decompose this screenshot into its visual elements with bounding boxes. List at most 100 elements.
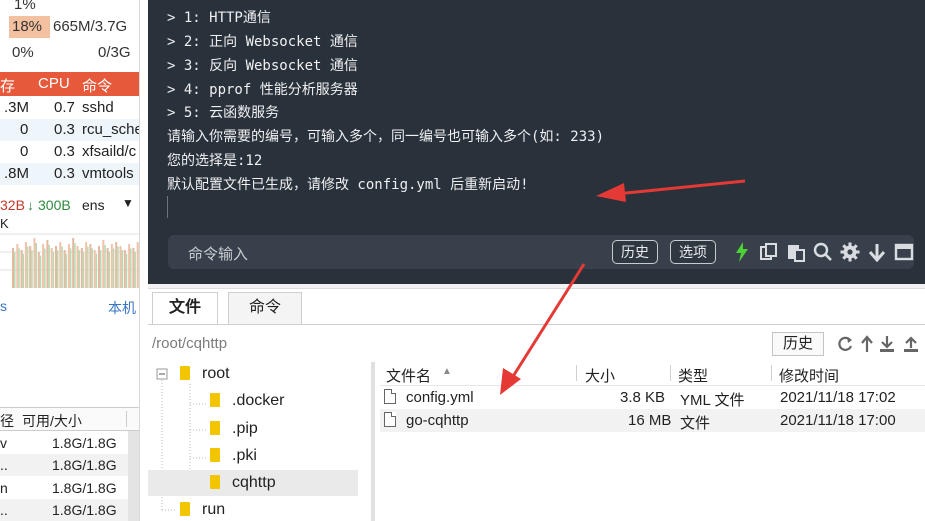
network-download: 300B bbox=[38, 197, 71, 213]
traffic-bar bbox=[22, 253, 25, 288]
tree-node-pip[interactable]: .pip bbox=[210, 416, 258, 442]
column-type[interactable]: 类型 bbox=[678, 365, 708, 386]
process-cpu: 0.3 bbox=[54, 165, 75, 182]
copy-icon[interactable] bbox=[758, 240, 780, 264]
disk-row[interactable]: v 1.8G/1.8G bbox=[0, 432, 128, 454]
lightning-icon[interactable] bbox=[731, 240, 753, 264]
local-machine-link[interactable]: 本机 bbox=[108, 298, 136, 318]
process-row[interactable]: .3M 0.7 sshd bbox=[0, 97, 139, 119]
tree-node-root[interactable]: root bbox=[180, 361, 230, 387]
search-icon[interactable] bbox=[812, 240, 834, 264]
traffic-bar bbox=[31, 250, 33, 288]
tab-files[interactable]: 文件 bbox=[152, 292, 218, 325]
traffic-bar bbox=[44, 248, 46, 288]
file-row[interactable]: config.yml 3.8 KB YML 文件 2021/11/18 17:0… bbox=[380, 386, 925, 409]
header-command[interactable]: 命令 bbox=[82, 75, 112, 96]
disk-row[interactable]: .. 1.8G/1.8G bbox=[0, 454, 128, 476]
disk-row[interactable]: n 1.8G/1.8G bbox=[0, 477, 128, 499]
traffic-bar bbox=[18, 248, 20, 288]
process-cmd: xfsaild/c bbox=[82, 143, 137, 160]
disk-path: .. bbox=[0, 502, 8, 518]
column-name[interactable]: 文件名 bbox=[386, 365, 431, 386]
traffic-bar bbox=[78, 250, 80, 288]
traffic-bar bbox=[26, 246, 29, 288]
process-cpu: 0.7 bbox=[54, 99, 75, 116]
column-modified[interactable]: 修改时间 bbox=[779, 365, 839, 386]
network-upload: 32B bbox=[0, 197, 25, 213]
file-modified: 2021/11/18 17:00 bbox=[780, 412, 896, 429]
file-size: 3.8 KB bbox=[620, 389, 666, 406]
traffic-bar bbox=[29, 246, 32, 288]
process-row[interactable]: .8M 0.3 vmtools bbox=[0, 163, 139, 185]
go-up-icon[interactable] bbox=[858, 332, 876, 356]
tab-commands[interactable]: 命令 bbox=[228, 292, 302, 324]
upload-icon[interactable] bbox=[902, 332, 920, 356]
memory-row-partial: 1% bbox=[0, 0, 139, 16]
disk-size: 1.8G/1.8G bbox=[52, 457, 117, 473]
maximize-icon[interactable] bbox=[893, 240, 915, 264]
tree-node-label: root bbox=[202, 365, 230, 382]
paste-icon[interactable] bbox=[785, 240, 807, 264]
traffic-bar bbox=[136, 242, 139, 288]
terminal[interactable]: > 1: HTTP通信 > 2: 正向 Websocket 通信 > 3: 反向… bbox=[148, 0, 925, 284]
file-type: YML 文件 bbox=[680, 392, 745, 409]
traffic-bar bbox=[123, 250, 126, 288]
process-mem: 0 bbox=[20, 143, 29, 160]
file-row[interactable]: go-cqhttp 16 MB 文件 2021/11/18 17:00 bbox=[380, 409, 925, 432]
tree-node-run[interactable]: run bbox=[180, 497, 225, 521]
path-history-button[interactable]: 历史 bbox=[772, 332, 824, 356]
header-available-size[interactable]: 可用/大小 bbox=[22, 411, 82, 431]
swap-percent: 0% bbox=[12, 44, 34, 61]
command-input-bar[interactable]: 命令输入 历史 选项 bbox=[168, 235, 914, 269]
disk-row[interactable]: .. 1.8G/1.8G bbox=[0, 499, 128, 521]
folder-icon bbox=[210, 393, 220, 407]
file-manager: 文件 命令 /root/cqhttp 历史 root .docker .pip … bbox=[148, 284, 925, 521]
path-input[interactable]: /root/cqhttp bbox=[152, 332, 770, 356]
traffic-bar bbox=[65, 253, 68, 288]
disk-scrollbar[interactable] bbox=[128, 431, 139, 521]
traffic-bar bbox=[12, 248, 14, 288]
left-link-s[interactable]: s bbox=[0, 298, 7, 314]
header-cpu[interactable]: CPU bbox=[38, 75, 70, 92]
traffic-bar bbox=[52, 252, 55, 288]
traffic-bar bbox=[110, 244, 113, 288]
tree-node-label: cqhttp bbox=[232, 474, 276, 491]
header-memory[interactable]: 存 bbox=[0, 75, 15, 96]
tree-node-docker[interactable]: .docker bbox=[210, 388, 284, 414]
file-type: 文件 bbox=[680, 415, 711, 432]
disk-path: .. bbox=[0, 457, 8, 473]
tree-node-pki[interactable]: .pki bbox=[210, 443, 257, 469]
process-row[interactable]: 0 0.3 rcu_sche bbox=[0, 119, 140, 141]
column-separator[interactable] bbox=[771, 365, 772, 381]
header-path[interactable]: 径 bbox=[0, 411, 14, 431]
traffic-bar bbox=[121, 250, 123, 288]
refresh-icon[interactable] bbox=[836, 332, 854, 356]
disk-size: 1.8G/1.8G bbox=[52, 480, 117, 496]
traffic-bar bbox=[42, 244, 45, 288]
tree-node-cqhttp[interactable]: cqhttp bbox=[148, 470, 358, 496]
traffic-bar bbox=[138, 246, 139, 288]
tree-scrollbar[interactable] bbox=[371, 362, 375, 521]
traffic-bar bbox=[48, 244, 50, 288]
traffic-bar bbox=[98, 246, 100, 288]
options-button[interactable]: 选项 bbox=[670, 240, 716, 264]
traffic-bar bbox=[93, 250, 96, 288]
history-button[interactable]: 历史 bbox=[612, 240, 658, 264]
arrow-down-icon[interactable] bbox=[866, 240, 888, 264]
interface-dropdown-icon[interactable]: ▼ bbox=[122, 196, 134, 210]
process-cmd: vmtools bbox=[82, 165, 134, 182]
process-cmd: rcu_sche bbox=[82, 121, 140, 138]
process-row[interactable]: 0 0.3 xfsaild/c bbox=[0, 141, 139, 163]
column-size[interactable]: 大小 bbox=[585, 365, 615, 386]
process-cpu: 0.3 bbox=[54, 121, 75, 138]
column-separator[interactable] bbox=[576, 365, 577, 381]
download-icon[interactable] bbox=[878, 332, 896, 356]
traffic-bar bbox=[108, 252, 111, 288]
network-interface[interactable]: ens bbox=[82, 197, 105, 213]
command-input[interactable]: 命令输入 bbox=[188, 243, 248, 264]
sort-asc-icon[interactable]: ▲ bbox=[442, 366, 452, 377]
gear-icon[interactable] bbox=[839, 240, 861, 264]
column-separator[interactable] bbox=[670, 365, 671, 381]
panel-splitter[interactable] bbox=[148, 284, 925, 289]
terminal-line: > 3: 反向 Websocket 通信 bbox=[167, 58, 358, 74]
